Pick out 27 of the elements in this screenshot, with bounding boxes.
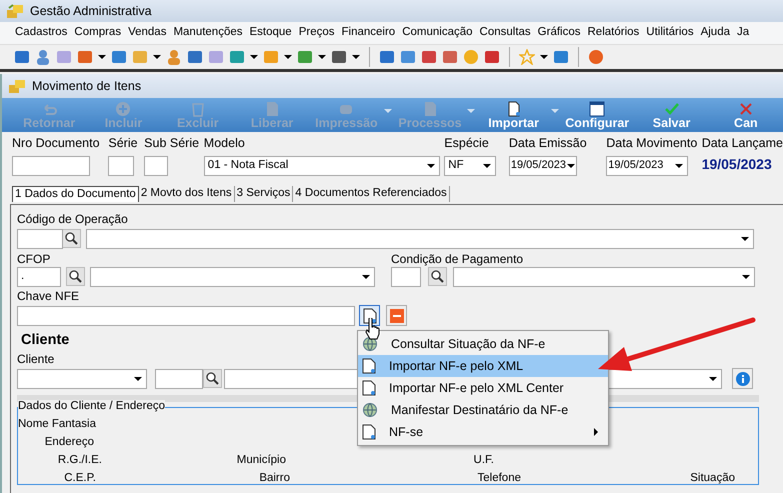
date-value: 19/05/2023 xyxy=(702,156,773,173)
field-label: Condição de Pagamento xyxy=(391,252,524,266)
field-label: Espécie xyxy=(444,136,490,151)
field-label: Nome Fantasia xyxy=(18,418,96,432)
field-label: Chave NFE xyxy=(17,289,80,304)
field-label: Modelo xyxy=(204,136,246,151)
window-title: Gestão Administrativa xyxy=(30,4,152,18)
window-title: Movimento de Itens xyxy=(32,78,142,94)
field-label: Série xyxy=(108,136,139,151)
section-title: Cliente xyxy=(21,332,70,350)
field-label: Data Lançame xyxy=(702,136,783,151)
field-label: Data Movimento xyxy=(606,136,698,151)
field-label: Nro Documento xyxy=(12,136,101,151)
field-label: Sub Série xyxy=(144,136,200,151)
field-label: R.G./I.E. xyxy=(56,454,102,468)
field-label: Endereço xyxy=(44,436,94,450)
field-label: CFOP xyxy=(17,252,52,266)
field-label: C.E.P. xyxy=(63,472,96,486)
field-label: Cliente xyxy=(17,352,54,368)
field-label: Situação xyxy=(689,472,735,486)
field-label: U.F. xyxy=(472,454,494,468)
field-label: Telefone xyxy=(476,472,521,486)
field-label: Bairro xyxy=(258,472,290,486)
field-label: Data Emissão xyxy=(508,136,588,151)
group-title: Dados do Cliente / Endereço xyxy=(18,400,166,414)
field-label: Código de Operação xyxy=(17,212,128,227)
field-label: Município xyxy=(236,454,286,468)
